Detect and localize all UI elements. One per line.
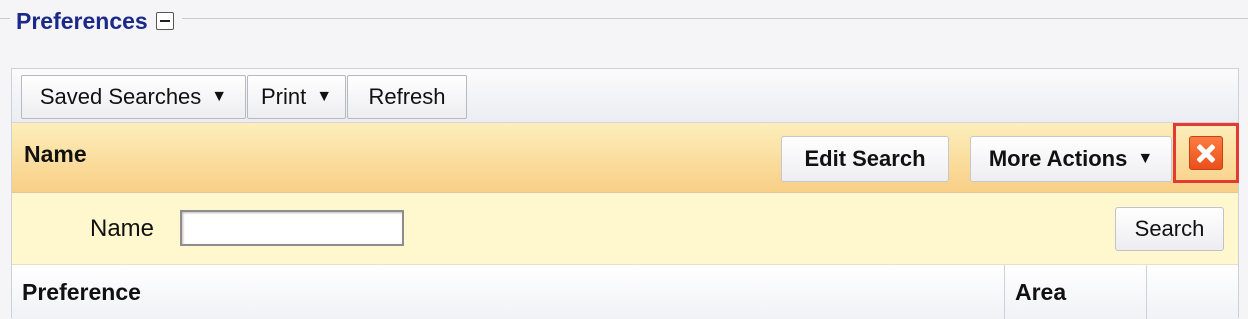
column-header-label: Area [1015, 278, 1067, 305]
column-header-label: Preference [22, 278, 141, 305]
print-label: Print [260, 84, 307, 109]
search-button[interactable]: Search [1115, 207, 1224, 251]
more-actions-button[interactable]: More Actions ▼ [970, 136, 1172, 182]
refresh-label: Refresh [368, 84, 446, 109]
preferences-panel: Saved Searches ▼ Print ▼ Refresh Name Ed… [11, 68, 1239, 319]
close-highlight [1173, 123, 1239, 183]
collapse-minus-icon[interactable] [155, 12, 174, 30]
search-form: Name Search [12, 193, 1238, 265]
edit-search-label: Edit Search [804, 146, 926, 171]
name-input[interactable] [180, 210, 404, 246]
header-title: Name [24, 141, 87, 167]
chevron-down-icon: ▼ [316, 88, 333, 105]
table-header: Preference Area [12, 265, 1238, 319]
column-header-area[interactable]: Area [1005, 265, 1147, 319]
section-title: Preferences [16, 7, 148, 34]
saved-searches-label: Saved Searches [39, 84, 202, 109]
fieldset-border [0, 18, 1248, 19]
refresh-button[interactable]: Refresh [347, 75, 467, 119]
column-header-preference[interactable]: Preference [12, 265, 1005, 319]
search-header-bar: Name Edit Search More Actions ▼ [12, 123, 1239, 193]
chevron-down-icon: ▼ [1137, 150, 1154, 167]
more-actions-label: More Actions [988, 146, 1128, 171]
search-button-label: Search [1134, 216, 1205, 241]
toolbar: Saved Searches ▼ Print ▼ Refresh [12, 69, 1238, 123]
column-header-extra [1147, 265, 1240, 319]
name-label: Name [90, 215, 155, 242]
saved-searches-button[interactable]: Saved Searches ▼ [21, 75, 246, 119]
section-legend: Preferences [10, 4, 182, 38]
close-icon[interactable] [1189, 136, 1223, 170]
print-button[interactable]: Print ▼ [247, 75, 346, 119]
chevron-down-icon: ▼ [211, 88, 228, 105]
edit-search-button[interactable]: Edit Search [781, 136, 949, 182]
